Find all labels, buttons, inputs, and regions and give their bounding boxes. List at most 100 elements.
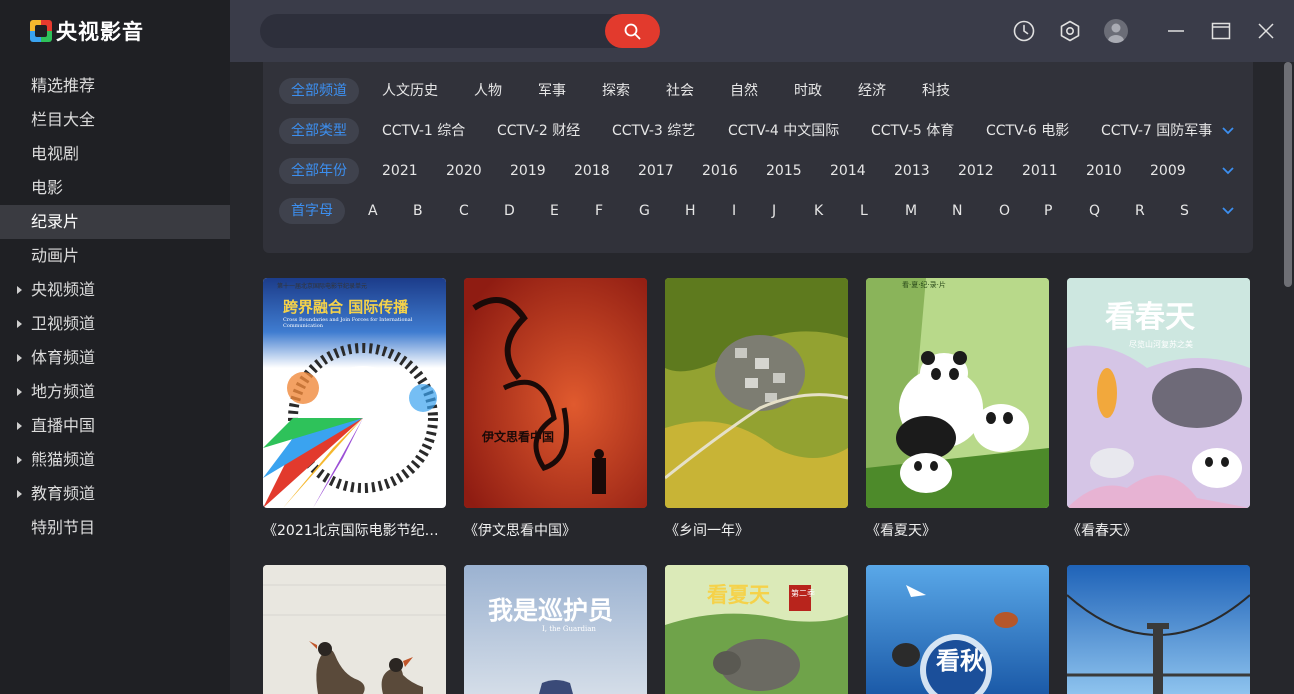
filter-option-cctv4[interactable]: CCTV-4 中文国际	[728, 118, 839, 144]
card-title[interactable]: 《乡间一年》	[665, 520, 848, 540]
sidebar-item-tv-series[interactable]: 电视剧	[0, 137, 230, 171]
card-title[interactable]: 《看夏天》	[866, 520, 1049, 540]
filter-letter-p[interactable]: P	[1044, 198, 1052, 224]
filter-letter-e[interactable]: E	[550, 198, 559, 224]
filter-option-2014[interactable]: 2014	[830, 158, 866, 184]
sidebar-item-cctv-channels[interactable]: 央视频道	[0, 273, 230, 307]
filter-letter-m[interactable]: M	[905, 198, 917, 224]
filter-option-technology[interactable]: 科技	[922, 78, 950, 104]
filter-letter-g[interactable]: G	[639, 198, 650, 224]
filter-option-economy[interactable]: 经济	[858, 78, 886, 104]
filter-all-types[interactable]: 全部类型	[279, 118, 359, 144]
sidebar-item-local-channels[interactable]: 地方频道	[0, 375, 230, 409]
filter-option-2020[interactable]: 2020	[446, 158, 482, 184]
filter-option-history[interactable]: 人文历史	[382, 78, 438, 104]
filter-letter-b[interactable]: B	[413, 198, 423, 224]
sidebar-item-live-china[interactable]: 直播中国	[0, 409, 230, 443]
filter-letter-d[interactable]: D	[504, 198, 515, 224]
close-icon[interactable]	[1255, 20, 1277, 42]
filter-option-cctv3[interactable]: CCTV-3 综艺	[612, 118, 695, 144]
filter-option-2021[interactable]: 2021	[382, 158, 418, 184]
filter-all-years[interactable]: 全部年份	[279, 158, 359, 184]
poster-image[interactable]: 伊文思看中国	[464, 278, 647, 508]
filter-letter-f[interactable]: F	[595, 198, 603, 224]
avatar[interactable]	[1104, 19, 1128, 43]
filter-option-cctv6[interactable]: CCTV-6 电影	[986, 118, 1069, 144]
video-card[interactable]: 伊文思看中国 《伊文思看中国》	[464, 278, 647, 540]
filter-letter-k[interactable]: K	[814, 198, 823, 224]
sidebar-item-education-channel[interactable]: 教育频道	[0, 477, 230, 511]
filter-option-2019[interactable]: 2019	[510, 158, 546, 184]
filter-option-cctv5[interactable]: CCTV-5 体育	[871, 118, 954, 144]
poster-image[interactable]: 我是巡护员 I, the Guardian	[464, 565, 647, 694]
filter-option-2013[interactable]: 2013	[894, 158, 930, 184]
filter-letter-i[interactable]: I	[732, 198, 736, 224]
settings-hexagon-icon[interactable]	[1059, 20, 1081, 42]
filter-letter-o[interactable]: O	[999, 198, 1010, 224]
filter-option-cctv1[interactable]: CCTV-1 综合	[382, 118, 465, 144]
video-card[interactable]: 我是巡护员 I, the Guardian	[464, 565, 647, 694]
sidebar-item-special-programs[interactable]: 特别节目	[0, 511, 230, 545]
sidebar-item-documentaries[interactable]: 纪录片	[0, 205, 230, 239]
filter-option-explore[interactable]: 探索	[602, 78, 630, 104]
filter-option-nature[interactable]: 自然	[730, 78, 758, 104]
sidebar-item-featured[interactable]: 精选推荐	[0, 69, 230, 103]
filter-letter-c[interactable]: C	[459, 198, 469, 224]
history-icon[interactable]	[1013, 20, 1035, 42]
minimize-icon[interactable]	[1165, 20, 1187, 42]
poster-image[interactable]: 第十一届北京国际电影节纪录单元 跨界融合 国际传播 Cross Boundari…	[263, 278, 446, 508]
chevron-down-icon[interactable]	[1221, 206, 1235, 216]
video-card[interactable]: 看春天 尽览山河复苏之美 《看春天》	[1067, 278, 1250, 540]
scrollbar[interactable]	[1284, 62, 1292, 694]
sidebar-item-movies[interactable]: 电影	[0, 171, 230, 205]
poster-image[interactable]: 看秋	[866, 565, 1049, 694]
chevron-down-icon[interactable]	[1221, 166, 1235, 176]
filter-option-2010[interactable]: 2010	[1086, 158, 1122, 184]
filter-option-people[interactable]: 人物	[474, 78, 502, 104]
filter-option-2012[interactable]: 2012	[958, 158, 994, 184]
poster-image[interactable]	[665, 278, 848, 508]
app-logo[interactable]: 央视影音	[30, 16, 144, 46]
filter-option-society[interactable]: 社会	[666, 78, 694, 104]
sidebar-item-animation[interactable]: 动画片	[0, 239, 230, 273]
card-title[interactable]: 《看春天》	[1067, 520, 1250, 540]
filter-option-cctv2[interactable]: CCTV-2 财经	[497, 118, 580, 144]
filter-option-military[interactable]: 军事	[538, 78, 566, 104]
search-input[interactable]	[276, 14, 596, 48]
filter-letter-n[interactable]: N	[952, 198, 962, 224]
filter-letter-s[interactable]: S	[1180, 198, 1189, 224]
video-card[interactable]	[1067, 565, 1250, 694]
filter-option-2018[interactable]: 2018	[574, 158, 610, 184]
filter-option-2016[interactable]: 2016	[702, 158, 738, 184]
video-card[interactable]: 《乡间一年》	[665, 278, 848, 540]
poster-image[interactable]	[263, 565, 446, 694]
filter-letter-q[interactable]: Q	[1089, 198, 1100, 224]
search-button[interactable]	[605, 14, 660, 48]
filter-option-2009[interactable]: 2009	[1150, 158, 1186, 184]
poster-image[interactable]: 看春天 尽览山河复苏之美	[1067, 278, 1250, 508]
sidebar-item-panda-channel[interactable]: 熊猫频道	[0, 443, 230, 477]
video-card[interactable]: 看秋	[866, 565, 1049, 694]
filter-letter-a[interactable]: A	[368, 198, 378, 224]
video-card[interactable]: 看·夏·纪·录·片 《看夏天》	[866, 278, 1049, 540]
filter-all-channels[interactable]: 全部频道	[279, 78, 359, 104]
video-card[interactable]: 第十一届北京国际电影节纪录单元 跨界融合 国际传播 Cross Boundari…	[263, 278, 446, 540]
filter-option-2017[interactable]: 2017	[638, 158, 674, 184]
maximize-icon[interactable]	[1210, 20, 1232, 42]
sidebar-item-sports-channels[interactable]: 体育频道	[0, 341, 230, 375]
filter-option-cctv7[interactable]: CCTV-7 国防军事	[1101, 118, 1212, 144]
chevron-down-icon[interactable]	[1221, 126, 1235, 136]
video-card[interactable]	[263, 565, 446, 694]
poster-image[interactable]: 看夏天 第二季	[665, 565, 848, 694]
sidebar-item-programs[interactable]: 栏目大全	[0, 103, 230, 137]
filter-option-2015[interactable]: 2015	[766, 158, 802, 184]
scrollbar-thumb[interactable]	[1284, 62, 1292, 287]
sidebar-item-satellite-channels[interactable]: 卫视频道	[0, 307, 230, 341]
card-title[interactable]: 《伊文思看中国》	[464, 520, 647, 540]
card-title[interactable]: 《2021北京国际电影节纪录单元》	[263, 520, 446, 540]
poster-image[interactable]: 看·夏·纪·录·片	[866, 278, 1049, 508]
filter-letter-l[interactable]: L	[860, 198, 868, 224]
filter-letter-r[interactable]: R	[1135, 198, 1145, 224]
filter-option-politics[interactable]: 时政	[794, 78, 822, 104]
video-card[interactable]: 看夏天 第二季	[665, 565, 848, 694]
